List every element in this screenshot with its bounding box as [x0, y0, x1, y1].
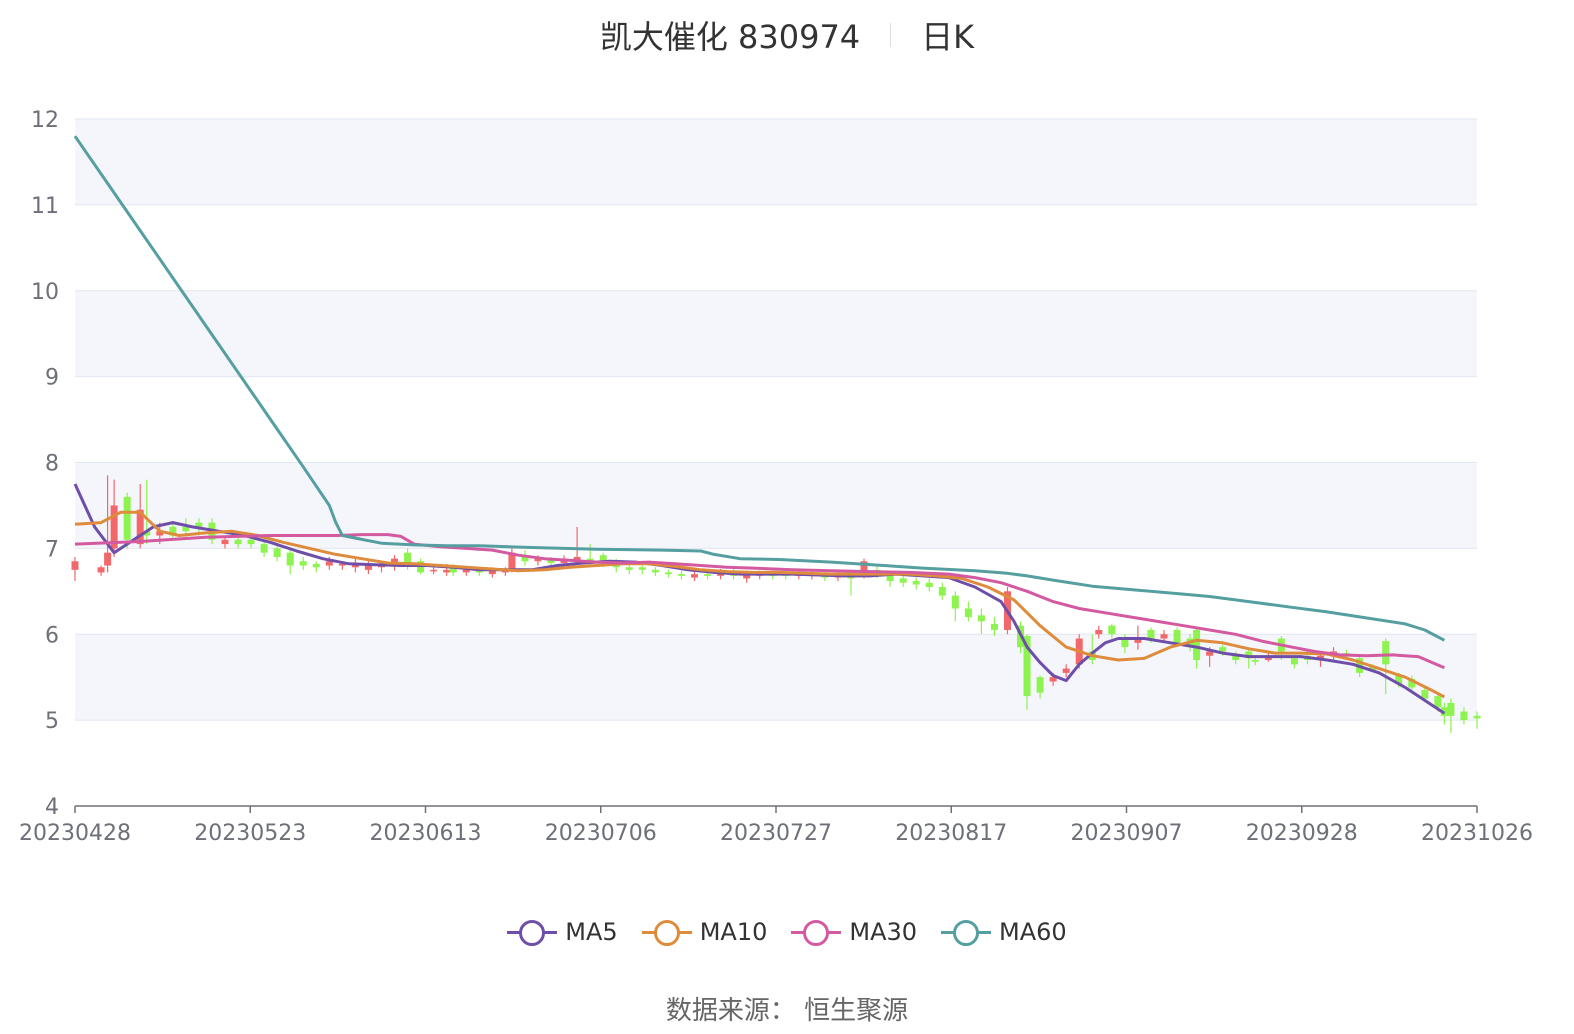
legend-line-circle-icon — [641, 919, 692, 946]
legend-label: MA10 — [699, 918, 768, 946]
candle-body — [677, 574, 685, 576]
candle-body — [1160, 634, 1168, 639]
candle-body — [71, 561, 79, 570]
legend-line-circle-icon — [941, 919, 992, 946]
ma60-line — [73, 135, 1446, 642]
candle-body — [690, 574, 698, 578]
candle-body — [1219, 647, 1227, 652]
candle-body — [1193, 629, 1201, 661]
candle-body — [97, 567, 105, 573]
candle-body — [1473, 715, 1481, 719]
candle-body — [299, 561, 307, 566]
candle-body — [260, 544, 268, 553]
candle-body — [964, 608, 972, 618]
candle-body — [925, 582, 933, 588]
x-tick-label: 20230613 — [370, 821, 482, 846]
grid-band — [75, 119, 1477, 205]
legend-item-ma10[interactable]: MA10 — [641, 918, 768, 946]
candle-body — [1173, 629, 1181, 643]
candle-body — [638, 567, 646, 570]
candle-body — [704, 574, 712, 576]
y-tick-label: 8 — [45, 452, 59, 477]
candle-body — [182, 526, 190, 532]
candle-body — [430, 569, 438, 572]
legend-item-ma60[interactable]: MA60 — [941, 918, 1067, 946]
x-tick-label: 20230523 — [194, 821, 306, 846]
y-tick-label: 12 — [31, 108, 59, 133]
candle-body — [1036, 677, 1044, 693]
candle-body — [1251, 660, 1259, 662]
x-tick-label: 20231026 — [1421, 821, 1533, 846]
candle-body — [273, 548, 281, 557]
candle-body — [1447, 702, 1455, 716]
candle-body — [1147, 629, 1155, 639]
grid-band — [75, 634, 1477, 721]
legend-line-circle-icon — [791, 919, 842, 946]
candle-body — [104, 552, 112, 566]
candle-body — [221, 539, 229, 545]
x-tick-label: 20230928 — [1246, 821, 1358, 846]
x-tick-label: 20230817 — [895, 821, 1007, 846]
grid-band — [75, 290, 1477, 377]
y-tick-label: 11 — [31, 194, 59, 219]
x-tick-label: 20230727 — [720, 821, 832, 846]
candle-body — [1108, 625, 1116, 635]
legend-line-circle-icon — [507, 919, 558, 946]
data-source: 数据来源： 恒生聚源 — [665, 996, 909, 1026]
legend-item-ma5[interactable]: MA5 — [507, 918, 618, 946]
candle-body — [123, 496, 131, 540]
chart-legend: MA5 MA10 MA30 MA60 — [0, 910, 1574, 954]
legend-label: MA5 — [565, 918, 618, 946]
legend-label: MA60 — [999, 918, 1067, 946]
y-tick-label: 4 — [45, 795, 59, 820]
x-tick-label: 20230907 — [1071, 821, 1183, 846]
candle-body — [247, 539, 255, 545]
candle-body — [899, 578, 907, 583]
y-tick-label: 10 — [31, 280, 59, 305]
x-tick-label: 20230428 — [19, 821, 131, 846]
y-tick-label: 5 — [45, 709, 59, 734]
candle-body — [1290, 658, 1298, 665]
candle-body — [938, 587, 946, 596]
legend-label: MA30 — [849, 918, 918, 946]
candle-body — [1382, 641, 1390, 665]
candle-body — [443, 569, 451, 573]
candle-body — [651, 569, 659, 573]
legend-item-ma30[interactable]: MA30 — [791, 918, 917, 946]
x-tick-label: 20230706 — [545, 821, 657, 846]
candle-body — [312, 563, 320, 568]
candle-body — [286, 552, 294, 566]
candle-body — [664, 572, 672, 575]
kline-chart: 4 5 6 7 8 9 10 11 12 20230428 20230523 20230613 2023… — [19, 108, 1533, 846]
candle-body — [1062, 668, 1070, 673]
candle-body — [951, 595, 959, 609]
candle-body — [1095, 629, 1103, 635]
y-tick-label: 7 — [45, 537, 59, 562]
candle-body — [990, 623, 998, 630]
candle-body — [912, 581, 920, 585]
y-tick-label: 6 — [45, 623, 59, 648]
y-tick-label: 9 — [45, 366, 59, 391]
candle-body — [625, 567, 633, 570]
candle-body — [977, 615, 985, 622]
candle-body — [234, 539, 242, 545]
candle-body — [1460, 711, 1468, 721]
